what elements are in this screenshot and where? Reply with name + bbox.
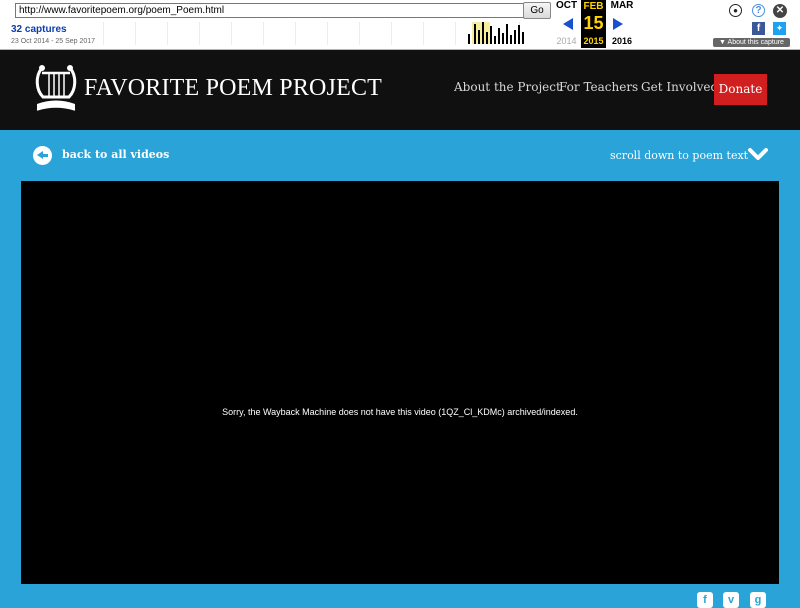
nav-about-project[interactable]: About the Project [454,80,561,94]
sparkline-bar [510,35,512,44]
sparkline-bar [498,28,500,44]
sparkline-year-tick [263,22,264,45]
prev-capture-arrow-icon[interactable] [563,18,573,30]
scroll-to-poem-link[interactable]: scroll down to poem text [610,149,748,162]
wayback-next-month-label: MAR [610,0,634,11]
wayback-current-day: 15 [583,13,604,33]
about-capture-label: About this capture [727,39,784,46]
video-unavailable-message: Sorry, the Wayback Machine does not have… [222,407,578,417]
sparkline-bar [506,24,508,44]
wayback-url-input[interactable]: http://www.favoritepoem.org/poem_Poem.ht… [15,3,526,18]
about-capture-button[interactable]: ▼ About this capture [713,38,790,47]
site-title[interactable]: FAVORITE POEM PROJECT [84,75,382,102]
wayback-sparkline[interactable] [100,21,550,46]
sparkline-bar [478,30,480,44]
video-player[interactable]: Sorry, the Wayback Machine does not have… [21,181,779,584]
sparkline-bar [494,36,496,44]
sparkline-year-tick [135,22,136,45]
wayback-capture-range: 23 Oct 2014 - 25 Sep 2017 [11,38,96,45]
sparkline-year-tick [167,22,168,45]
user-icon[interactable]: ● [729,4,742,17]
facebook-icon[interactable]: f [697,592,713,608]
wayback-go-button[interactable]: Go [523,2,551,19]
help-icon[interactable]: ? [752,4,765,17]
donate-button[interactable]: Donate [714,74,767,105]
wayback-next-year[interactable]: 2016 [608,36,636,46]
chevron-down-icon[interactable] [747,146,769,162]
sparkline-bar [490,26,492,44]
sparkline-bar [518,25,520,44]
sparkline-bar [482,22,484,44]
vimeo-icon[interactable]: v [723,592,739,608]
sparkline-year-tick [199,22,200,45]
nav-get-involved[interactable]: Get Involved [641,80,718,94]
wayback-current-year: 2015 [583,36,604,46]
sparkline-bar [486,32,488,44]
back-arrow-icon[interactable] [33,146,52,165]
sparkline-year-tick [327,22,328,45]
wayback-captures-link[interactable]: 32 captures [11,24,67,35]
wayback-current-month-label: FEB [583,1,604,12]
wayback-current-month: FEB 15 2015 [581,0,606,48]
back-to-videos-link[interactable]: back to all videos [62,148,169,161]
nav-for-teachers[interactable]: For Teachers [559,80,638,94]
wayback-prev-month-label: OCT [555,0,578,11]
sparkline-bar [474,24,476,44]
sparkline-year-tick [231,22,232,45]
sparkline-bar [522,32,524,44]
sparkline-year-tick [455,22,456,45]
sparkline-year-tick [391,22,392,45]
sparkline-year-tick [359,22,360,45]
sparkline-year-tick [423,22,424,45]
twitter-icon[interactable]: ✦ [773,22,786,35]
sparkline-bar [468,34,470,44]
sparkline-year-tick [103,22,104,45]
wayback-next-month[interactable]: MAR 2016 [608,0,636,48]
sparkline-year-tick [295,22,296,45]
wayback-toolbar: http://www.favoritepoem.org/poem_Poem.ht… [0,0,800,50]
wayback-prev-year[interactable]: 2014 [553,36,580,46]
google-plus-icon[interactable]: g [750,592,766,608]
lyre-logo-icon[interactable] [33,64,79,114]
sparkline-bar [514,30,516,44]
close-icon[interactable]: ✕ [773,4,787,18]
facebook-icon[interactable]: f [752,22,765,35]
sparkline-bar [502,33,504,44]
